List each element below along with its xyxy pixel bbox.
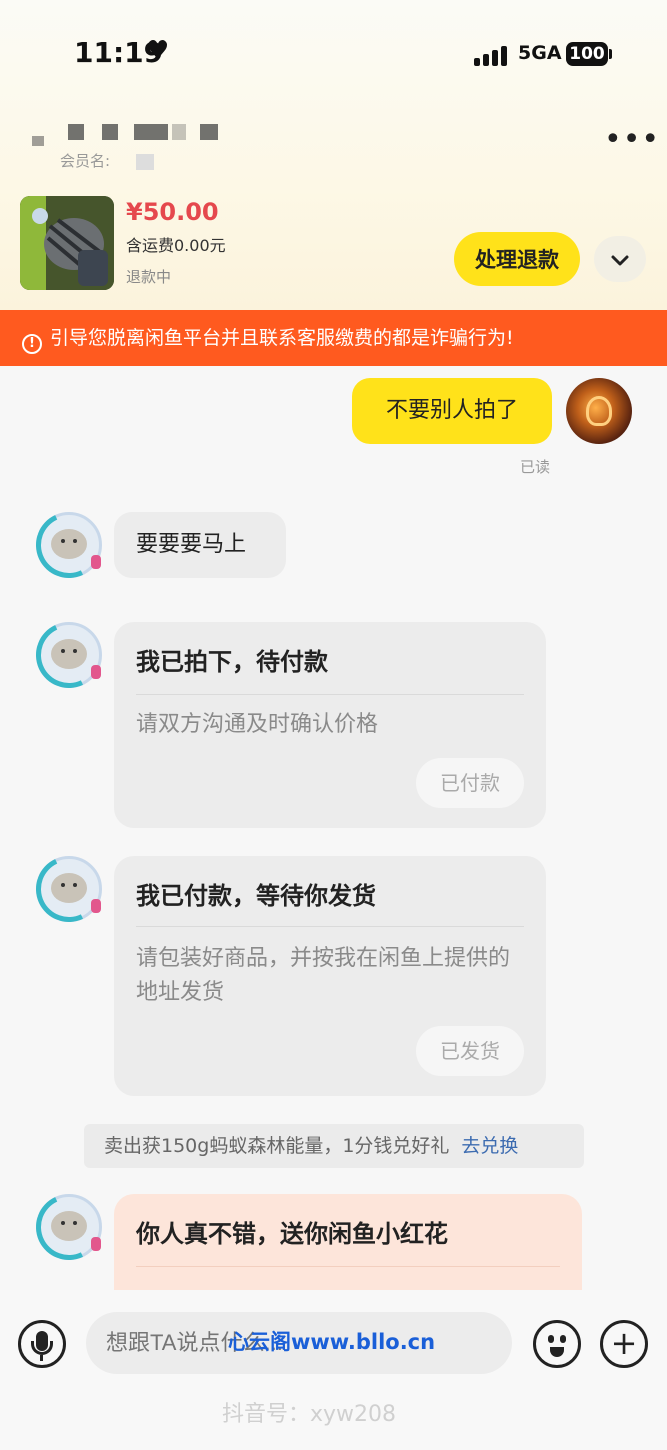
read-receipt: 已读 [520,458,551,476]
battery-tip [609,49,612,59]
card-divider [136,1266,560,1267]
my-message-bubble[interactable]: 不要别人拍了 [352,378,552,444]
card-body: 请双方沟通及时确认价格 [136,712,379,737]
product-thumbnail[interactable] [20,196,114,290]
site-watermark: 心云阁www.bllo.cn [228,1330,436,1354]
shipping-fee: 含运费0.00元 [126,236,226,255]
order-status: 退款中 [126,268,172,286]
promo-text: 卖出获150g蚂蚁森林能量，1分钱兑好礼 [104,1135,450,1157]
redeem-link[interactable]: 去兑换 [461,1135,518,1157]
other-avatar[interactable] [26,846,112,932]
red-flower-card[interactable]: 你人真不错，送你闲鱼小红花 [114,1194,582,1304]
other-avatar[interactable] [26,612,112,698]
other-message-bubble[interactable]: 要要要马上 [114,512,286,578]
fraud-warning-banner: ! 引导您脱离闲鱼平台并且联系客服缴费的都是诈骗行为! [0,310,667,366]
other-avatar[interactable] [26,1184,112,1270]
douyin-watermark: 抖音号：xyw208 [222,1402,397,1427]
alert-icon: ! [22,334,42,354]
order-card-unpaid[interactable]: 我已拍下，待付款 请双方沟通及时确认价格 已付款 [114,622,546,828]
card-divider [136,694,524,695]
plus-icon[interactable]: + [600,1320,648,1368]
card-title: 我已付款，等待你发货 [136,882,376,910]
member-name-label: 会员名: [60,152,111,170]
other-avatar[interactable] [26,502,112,588]
promo-notice: 卖出获150g蚂蚁森林能量，1分钱兑好礼 去兑换 [84,1124,584,1168]
card-title: 你人真不错，送你闲鱼小红花 [136,1220,448,1248]
heart-icon: ♥ [146,36,170,66]
order-card-paid[interactable]: 我已付款，等待你发货 请包装好商品，并按我在闲鱼上提供的地址发货 已发货 [114,856,546,1096]
shipped-button[interactable]: 已发货 [416,1026,524,1076]
paid-button[interactable]: 已付款 [416,758,524,808]
product-price: ¥50.00 [126,198,219,226]
status-bar: 11:19 ♥ 5GA 100 [0,0,667,100]
chevron-down-icon[interactable] [594,236,646,282]
blurred-username [32,124,232,146]
more-options-icon[interactable]: ••• [604,125,660,155]
emoji-icon[interactable] [533,1320,581,1368]
microphone-icon[interactable] [18,1320,66,1368]
card-divider [136,926,524,927]
signal-icon [474,44,510,66]
warning-text: 引导您脱离闲鱼平台并且联系客服缴费的都是诈骗行为! [50,327,514,349]
network-type: 5GA [518,42,562,64]
handle-refund-button[interactable]: 处理退款 [454,232,580,286]
my-avatar[interactable] [566,378,632,444]
card-body: 请包装好商品，并按我在闲鱼上提供的地址发货 [136,946,511,1005]
card-title: 我已拍下，待付款 [136,648,328,676]
battery-icon: 100 [566,42,608,66]
blurred-member-name [136,154,154,170]
